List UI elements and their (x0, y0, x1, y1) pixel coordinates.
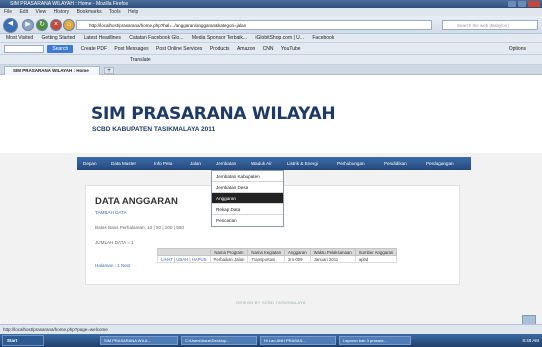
forward-icon[interactable]: ▶ (22, 19, 34, 31)
bookmark-item[interactable]: Media Sponsor Terbaik... (192, 35, 247, 41)
jembatan-dropdown-menu: Jembatan Kabupaten Jembatan Desa Anggara… (211, 170, 284, 227)
dropdown-item-jembatan-desa[interactable]: Jembatan Desa (212, 182, 283, 193)
table-cell: Januari 2011 (309, 255, 356, 263)
nav-jalan[interactable]: Jalan (190, 157, 201, 170)
menu-view[interactable]: View (35, 9, 46, 15)
menu-edit[interactable]: Edit (19, 9, 28, 15)
youtube-button[interactable]: YouTube (281, 43, 301, 55)
menu-bar: File Edit View History Bookmarks Tools H… (0, 8, 542, 16)
table-cell: Perbaikan Jalan (209, 255, 249, 263)
site-title: SIM PRASARANA WILAYAH (91, 104, 336, 124)
cnn-button[interactable]: CNN (263, 43, 274, 55)
close-icon[interactable] (528, 1, 540, 7)
menu-help[interactable]: Help (128, 9, 138, 15)
reload-icon[interactable]: ↻ (36, 19, 48, 31)
data-count: JUMLAH DATA = 1 (95, 240, 134, 245)
url-bar[interactable]: http://localhost/prasarana/home.php?hal=… (76, 20, 432, 30)
taskbar-item[interactable]: C:\Users\Asus\Desktop... (181, 336, 257, 345)
navigation-toolbar: ◀ ▶ ↻ × ⌂ http://localhost/prasarana/hom… (0, 16, 542, 34)
taskbar-item[interactable]: Hi Lao ANH PRASAS... (260, 336, 336, 345)
bookmark-item[interactable]: Facebook (312, 35, 334, 41)
translate-button[interactable]: Translate (130, 55, 151, 65)
nav-perhubungan[interactable]: Perhubungan (337, 157, 365, 170)
main-navigation: Depan Data Master Info Peta Jalan Jembat… (77, 157, 471, 170)
tab-sim-prasarana[interactable]: SIM PRASARANA WILAYAH : Home (4, 66, 100, 75)
nav-listrik-energi[interactable]: Listrik & Energi (287, 157, 318, 170)
table-cell: Transportasi (247, 255, 285, 263)
tab-bar: SIM PRASARANA WILAYAH : Home + (0, 65, 542, 75)
table-header (157, 248, 211, 256)
minimize-icon[interactable] (508, 1, 516, 7)
bookmark-item[interactable]: Latest Headlines (84, 35, 121, 41)
rows-per-page-selector[interactable]: Batas Baris Perhalaman: 10 | 50 | 100 | … (95, 225, 184, 230)
menu-file[interactable]: File (4, 9, 12, 15)
menu-history[interactable]: History (54, 9, 70, 15)
window-title: SIM PRASARANA WILAYAH : Home - Mozilla F… (10, 1, 129, 7)
table-header: Sumber Anggaran (354, 248, 398, 256)
amazon-button[interactable]: Amazon (237, 43, 255, 55)
site-subtitle: SCBD KABUPATEN TASIKMALAYA 2011 (92, 126, 216, 133)
bookmark-item[interactable]: Catatan Facebook Glo... (129, 35, 183, 41)
window-title-bar: SIM PRASARANA WILAYAH : Home - Mozilla F… (0, 0, 542, 8)
scroll-to-top-button[interactable] (522, 315, 536, 324)
nav-waduk-air[interactable]: Waduk Air (251, 157, 272, 170)
taskbar-item[interactable]: Laporan bab 3 prasara... (339, 336, 411, 345)
os-taskbar: Start SIM PRASARANA WILA... C:\Users\Asu… (0, 334, 542, 347)
table-header: Anggaran (283, 248, 311, 256)
toolbar-search-button[interactable]: Search (47, 44, 74, 53)
back-icon[interactable]: ◀ (3, 18, 18, 33)
system-clock: 8:48 AM (522, 338, 539, 343)
table-header: Waktu Pelaksanaan (309, 248, 356, 256)
table-header: Nama Program (209, 248, 249, 256)
bookmark-item[interactable]: Most Visited (6, 35, 33, 41)
menu-tools[interactable]: Tools (109, 9, 121, 15)
dropdown-item-pencarian[interactable]: Pencarian (212, 215, 283, 226)
bookmark-item[interactable]: Getting Started (42, 35, 76, 41)
dropdown-item-anggaran[interactable]: Anggaran (212, 193, 283, 204)
dropdown-item-jembatan-kabupaten[interactable]: Jembatan Kabupaten (212, 171, 283, 182)
post-online-services-button[interactable]: Post Online Services (156, 43, 202, 55)
new-tab-button[interactable]: + (104, 67, 114, 74)
bookmark-item[interactable]: iGlobitShop.com | U... (255, 35, 304, 41)
maximize-icon[interactable] (518, 1, 526, 7)
nav-perdagangan[interactable]: Perdagangan (426, 157, 454, 170)
nav-pendidikan[interactable]: Pendidikan (384, 157, 407, 170)
table-cell: apbd (354, 255, 398, 263)
nav-depan[interactable]: Depan (83, 157, 97, 170)
page-content: SIM PRASARANA WILAYAH SCBD KABUPATEN TAS… (0, 75, 542, 324)
site-footer: DESIGN BY SCBD TASIKMALAYA (236, 300, 306, 305)
table-header-row: Nama Program Nama Kegiatan Anggaran Wakt… (157, 248, 398, 256)
table-row: LIHAT | UBAH | HAPUS Perbaikan Jalan Tra… (157, 255, 398, 263)
pagination[interactable]: Halaman : 1 Next (95, 263, 131, 268)
taskbar-item[interactable]: SIM PRASARANA WILA... (100, 336, 178, 345)
dropdown-item-rekap-data[interactable]: Rekap Data (212, 204, 283, 215)
addon-toolbar: Search Create PDF Post Messages Post Onl… (0, 43, 542, 55)
products-button[interactable]: Products (210, 43, 230, 55)
table-cell: 2m-009 (283, 255, 311, 263)
nav-data-master[interactable]: Data Master (111, 157, 136, 170)
nav-jembatan[interactable]: Jembatan (216, 157, 236, 170)
stop-icon[interactable]: × (50, 19, 62, 31)
menu-bookmarks[interactable]: Bookmarks (77, 9, 102, 15)
options-button[interactable]: Options (509, 43, 526, 55)
bookmarks-toolbar: Most Visited Getting Started Latest Head… (0, 34, 542, 43)
status-bar: http://localhost/prasarana/home.php?page… (0, 324, 542, 334)
home-icon[interactable]: ⌂ (63, 19, 75, 31)
table-header: Nama Kegiatan (247, 248, 285, 256)
add-data-link[interactable]: TAMBAH DATA (95, 210, 127, 215)
anggaran-table: Nama Program Nama Kegiatan Anggaran Wakt… (157, 248, 398, 263)
row-actions[interactable]: LIHAT | UBAH | HAPUS (157, 255, 211, 263)
toolbar-search-input[interactable] (4, 44, 44, 53)
post-messages-button[interactable]: Post Messages (114, 43, 148, 55)
create-pdf-button[interactable]: Create PDF (81, 43, 107, 55)
translate-toolbar: Translate (0, 55, 542, 65)
page-title: DATA ANGGARAN (95, 196, 178, 207)
nav-info-peta[interactable]: Info Peta (154, 157, 172, 170)
web-search-input[interactable]: Search the web (Babylon) (442, 20, 538, 30)
start-button[interactable]: Start (2, 335, 44, 346)
